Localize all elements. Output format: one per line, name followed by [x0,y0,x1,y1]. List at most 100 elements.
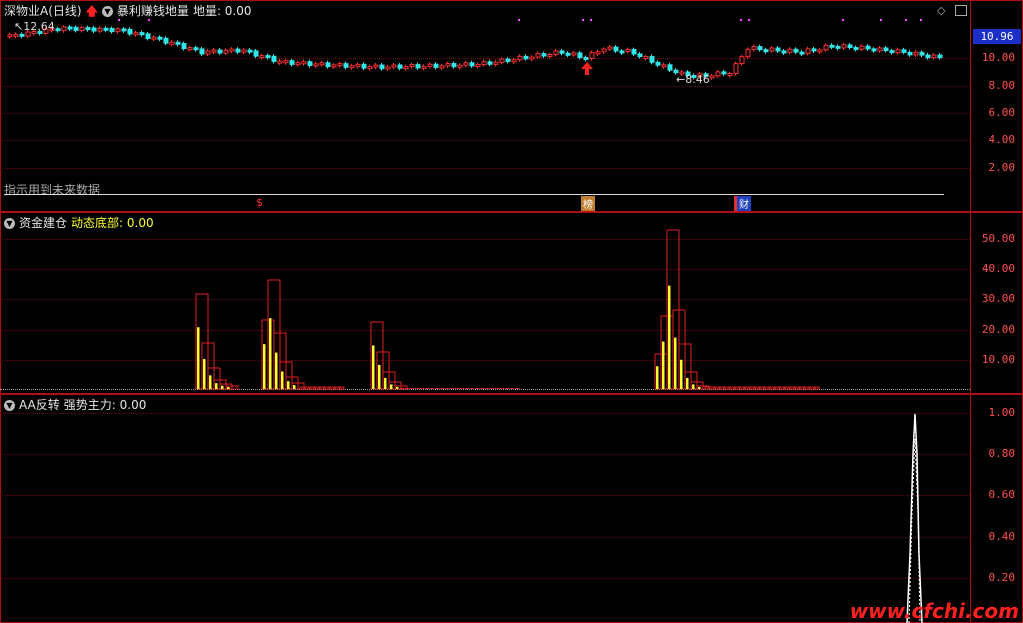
capital-bar-fill [662,341,665,389]
candle-body [487,61,493,65]
capital-bar-fill [372,345,375,389]
capital-bar-fill [293,385,296,389]
capital-bar-fill [668,285,671,389]
reversal-panel[interactable]: ▼ AA反转 强势主力: 0.00 1.00 0.80 0.60 0.40 0.… [0,394,1023,623]
capital-bar-outline [480,388,484,389]
capital-bar-fill [269,318,272,389]
candle-body [139,32,145,36]
y-tick: 30.00 [981,292,1015,305]
capital-bar-outline [405,388,409,389]
candle-body [571,52,577,56]
y-tick: 0.20 [988,571,1016,584]
candle-body [847,44,853,49]
candle-body [511,59,517,63]
capital-bar-outline [460,388,464,389]
candle-body [853,47,859,51]
candle-body [901,49,907,53]
capital-bar-outline [734,386,740,390]
capital-bar-outline [704,386,710,390]
candle-body [649,56,655,63]
candle-body [337,63,343,67]
candle-body [367,65,373,69]
buy-arrow-icon [581,62,593,75]
capital-bar-outline [425,388,429,389]
capital-bar-fill [215,383,218,389]
capital-bar-outline [400,388,404,389]
candle-body [343,63,349,68]
capital-bar-fill [281,371,284,389]
candle-body [301,61,307,65]
capital-bar-outline [789,386,795,390]
capital-bar-outline [709,386,715,390]
candle-body [277,60,283,64]
signal-dot [148,19,150,21]
capital-panel[interactable]: ▼ 资金建仓 动态底部: 0.00 50.00 40.00 30.00 20.0… [0,212,1023,394]
candle-body [787,48,793,53]
candle-body [817,49,823,53]
capital-bar-fill [275,352,278,389]
signal-dot [590,19,592,21]
price-panel[interactable]: 深物业A(日线) 🡅 ▼ 暴利赚钱地量 地量: 0.00 ◇ 10.00 8.0… [0,0,1023,212]
candle-body [895,49,901,54]
capital-bar-outline [324,386,330,390]
capital-bar-outline [445,388,449,389]
candle-body [481,61,487,66]
candle-body [811,48,817,52]
candle-body [739,56,745,65]
candle-body [415,64,421,69]
capital-bar-fill [384,377,387,389]
capital-bar-fill [692,384,695,389]
high-marker: ↖12.64 [14,20,55,33]
candle-body [91,27,97,32]
candle-body [799,51,805,55]
watermark: www.cfchi.com [849,599,1019,623]
candle-body [325,62,331,68]
capital-bar-outline [724,386,730,390]
capital-bar-outline [749,386,755,390]
candle-body [241,49,247,53]
candle-body [523,55,529,60]
capital-bar-outline [814,386,820,390]
candle-body [211,49,217,53]
signal-dot [582,19,584,21]
capital-bar-outline [475,388,479,389]
candle-body [361,63,367,69]
candle-body [781,50,787,54]
candle-body [529,56,535,60]
event-marker[interactable]: 财 [734,196,751,211]
y-tick: 40.00 [981,262,1015,275]
capital-bar-outline [799,386,805,390]
candle-body [181,43,187,50]
capital-bar-outline [739,386,745,390]
candle-body [829,44,835,48]
future-data-note: 指示用到未来数据 [4,183,101,197]
capital-bar-fill [698,387,701,389]
candle-body [517,55,523,61]
candle-body [553,50,559,55]
candle-body [349,65,355,69]
candle-body [793,48,799,53]
candle-body [661,64,667,68]
capital-bar-fill [227,387,230,389]
candle-body [907,51,913,56]
candle-body [271,55,277,62]
candle-body [721,71,727,75]
capital-bar-outline [510,388,514,389]
candle-body [403,66,409,70]
capital-bar-outline [415,388,419,389]
signal-dot [842,19,844,21]
capital-bar-outline [430,388,434,389]
candle-body [313,63,319,67]
candle-body [937,54,943,59]
candle-body [187,47,193,51]
event-marker[interactable]: 榜 [581,196,595,211]
y-tick: 10.00 [981,51,1015,64]
event-marker[interactable]: $ [256,196,263,209]
low-marker: ←8.46 [676,73,710,86]
candle-body [97,27,103,32]
candle-body [421,65,427,69]
capital-bar-outline [299,386,305,390]
candle-body [619,50,625,54]
candlestick-chart [7,19,943,80]
candle-body [751,46,757,50]
